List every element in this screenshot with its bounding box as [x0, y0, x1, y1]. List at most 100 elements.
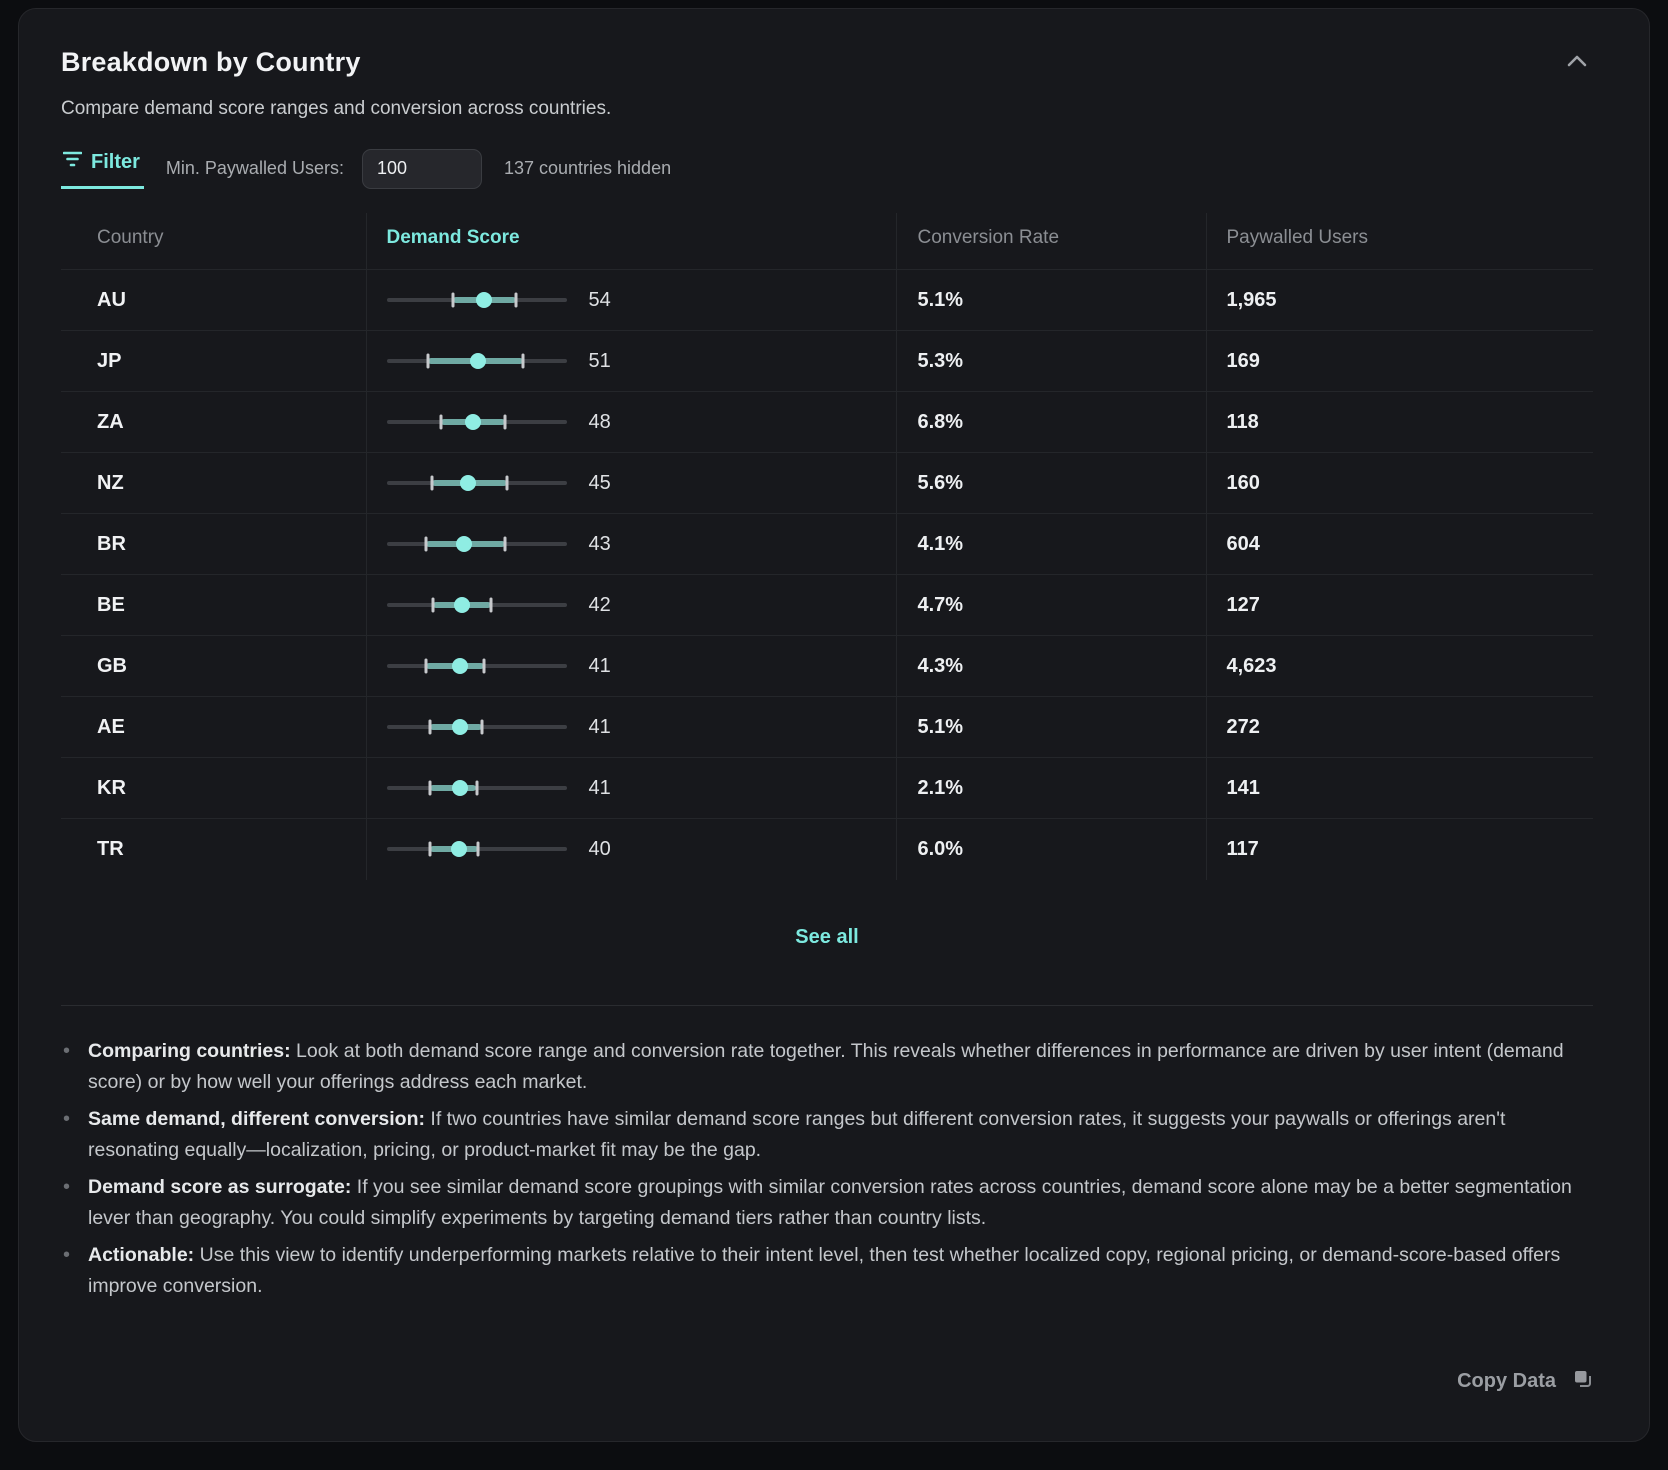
country-code: JP [97, 350, 121, 372]
country-code: TR [97, 838, 124, 860]
filter-icon [63, 150, 82, 174]
demand-score-dot [476, 292, 492, 308]
demand-score-range-slider [387, 717, 567, 737]
demand-range-high-cap [480, 720, 483, 735]
demand-range-high-cap [515, 293, 518, 308]
paywalled-users-value: 169 [1227, 350, 1260, 372]
demand-score-value: 51 [589, 350, 611, 373]
table-row: ZA 48 6.8% 118 [61, 392, 1593, 453]
conversion-rate-value: 4.3% [918, 655, 964, 677]
demand-score-range-slider [387, 839, 567, 859]
demand-score-cell: 48 [387, 411, 896, 434]
conversion-rate-value: 2.1% [918, 777, 964, 799]
demand-range-low-cap [439, 415, 442, 430]
demand-score-range-slider [387, 351, 567, 371]
conversion-rate-value: 6.8% [918, 411, 964, 433]
filter-row: Filter Min. Paywalled Users: 137 countri… [61, 148, 1593, 189]
table-header-row: Country Demand Score Conversion Rate Pay… [61, 213, 1593, 270]
demand-score-dot [451, 841, 467, 857]
demand-score-value: 41 [589, 655, 611, 678]
paywalled-users-value: 4,623 [1227, 655, 1277, 677]
demand-score-range-slider [387, 412, 567, 432]
insight-item: Demand score as surrogate: If you see si… [61, 1172, 1593, 1234]
demand-score-range-slider [387, 778, 567, 798]
insights-list: Comparing countries: Look at both demand… [61, 1036, 1593, 1308]
copy-data-button[interactable]: Copy Data [1457, 1368, 1593, 1395]
demand-score-cell: 41 [387, 777, 896, 800]
filter-tab-label: Filter [91, 151, 140, 174]
conversion-rate-value: 5.3% [918, 350, 964, 372]
country-code: NZ [97, 472, 124, 494]
paywalled-users-value: 118 [1227, 411, 1259, 433]
demand-score-dot [452, 780, 468, 796]
filter-tab[interactable]: Filter [61, 148, 144, 189]
paywalled-users-value: 160 [1227, 472, 1260, 494]
country-code: AE [97, 716, 125, 738]
breakdown-by-country-card: Breakdown by Country Compare demand scor… [18, 8, 1650, 1442]
demand-score-range-slider [387, 473, 567, 493]
demand-score-range-slider [387, 534, 567, 554]
demand-score-value: 45 [589, 472, 611, 495]
table-row: KR 41 2.1% 141 [61, 758, 1593, 819]
demand-range-low-cap [425, 659, 428, 674]
demand-score-cell: 45 [387, 472, 896, 495]
min-paywalled-users-input[interactable] [362, 149, 482, 189]
min-paywalled-users-label: Min. Paywalled Users: [166, 158, 344, 179]
demand-score-dot [465, 414, 481, 430]
demand-range-high-cap [504, 415, 507, 430]
country-table-body: AU 54 5.1% 1,965 JP [61, 270, 1593, 880]
conversion-rate-value: 4.7% [918, 594, 964, 616]
page-title: Breakdown by Country [61, 47, 361, 78]
paywalled-users-value: 1,965 [1227, 289, 1277, 311]
demand-score-value: 54 [589, 289, 611, 312]
table-row: GB 41 4.3% 4,623 [61, 636, 1593, 697]
demand-range-high-cap [482, 659, 485, 674]
section-divider [61, 1005, 1593, 1006]
card-footer: Copy Data [61, 1368, 1593, 1395]
conversion-rate-value: 4.1% [918, 533, 964, 555]
demand-score-range-slider [387, 290, 567, 310]
conversion-rate-value: 6.0% [918, 838, 964, 860]
table-row: AU 54 5.1% 1,965 [61, 270, 1593, 331]
table-row: BR 43 4.1% 604 [61, 514, 1593, 575]
demand-score-cell: 42 [387, 594, 896, 617]
column-header-demand-score[interactable]: Demand Score [366, 213, 896, 270]
demand-score-value: 42 [589, 594, 611, 617]
demand-range-low-cap [426, 354, 429, 369]
country-code: GB [97, 655, 127, 677]
table-row: BE 42 4.7% 127 [61, 575, 1593, 636]
demand-range-high-cap [504, 537, 507, 552]
demand-score-cell: 43 [387, 533, 896, 556]
demand-score-range-slider [387, 656, 567, 676]
demand-score-dot [454, 597, 470, 613]
country-breakdown-table: Country Demand Score Conversion Rate Pay… [61, 213, 1593, 880]
demand-range-high-cap [477, 842, 480, 857]
paywalled-users-value: 127 [1227, 594, 1260, 616]
demand-range-high-cap [475, 781, 478, 796]
column-header-conversion-rate[interactable]: Conversion Rate [896, 213, 1206, 270]
column-header-paywalled-users[interactable]: Paywalled Users [1206, 213, 1593, 270]
demand-range-low-cap [452, 293, 455, 308]
demand-score-value: 41 [589, 777, 611, 800]
demand-range-high-cap [522, 354, 525, 369]
table-row: NZ 45 5.6% 160 [61, 453, 1593, 514]
paywalled-users-value: 141 [1227, 777, 1260, 799]
demand-score-dot [452, 719, 468, 735]
demand-range-low-cap [428, 781, 431, 796]
column-header-country[interactable]: Country [61, 213, 366, 270]
demand-range-high-cap [489, 598, 492, 613]
demand-score-value: 41 [589, 716, 611, 739]
country-code: AU [97, 289, 126, 311]
collapse-button[interactable] [1561, 49, 1593, 76]
demand-score-value: 48 [589, 411, 611, 434]
demand-range-low-cap [428, 720, 431, 735]
paywalled-users-value: 117 [1227, 838, 1259, 860]
demand-score-dot [452, 658, 468, 674]
see-all-link[interactable]: See all [795, 926, 858, 949]
table-row: AE 41 5.1% 272 [61, 697, 1593, 758]
demand-score-cell: 51 [387, 350, 896, 373]
country-code: BE [97, 594, 125, 616]
table-row: TR 40 6.0% 117 [61, 819, 1593, 880]
demand-score-cell: 40 [387, 838, 896, 861]
country-code: KR [97, 777, 126, 799]
